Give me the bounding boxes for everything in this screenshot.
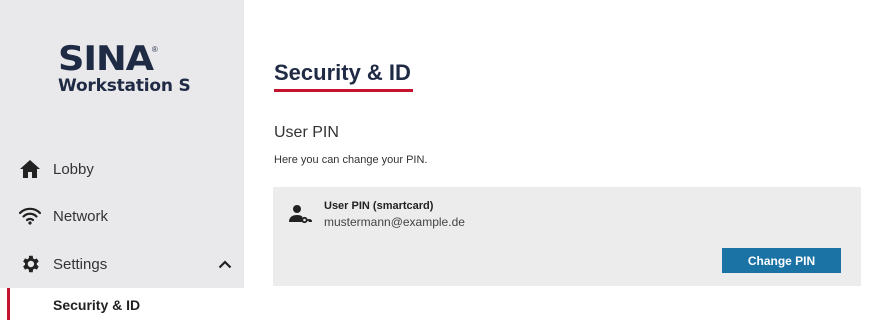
- sidebar-item-label: Lobby: [53, 160, 94, 178]
- home-icon: [19, 158, 41, 180]
- sidebar-item-settings[interactable]: Settings: [0, 242, 244, 286]
- sidebar-subitem-label: Security & ID: [53, 297, 141, 313]
- sidebar-item-lobby[interactable]: Lobby: [0, 147, 244, 191]
- active-indicator: [7, 288, 10, 320]
- main-content: Security & ID User PIN Here you can chan…: [244, 0, 890, 320]
- sidebar-subitem-security-id[interactable]: Security & ID: [0, 288, 244, 320]
- change-pin-button[interactable]: Change PIN: [722, 248, 841, 273]
- logo-mark: SINA ®: [58, 39, 191, 79]
- logo-text: SINA: [58, 39, 154, 79]
- section-title: User PIN: [274, 124, 339, 141]
- wifi-icon: [19, 205, 41, 227]
- section-description: Here you can change your PIN.: [274, 154, 428, 166]
- sidebar: SINA ® Workstation S Lobby Network Setti…: [0, 0, 244, 320]
- user-key-icon: [288, 202, 312, 226]
- user-pin-card: User PIN (smartcard) mustermann@example.…: [273, 187, 861, 286]
- sidebar-item-label: Settings: [53, 255, 108, 273]
- chevron-up-icon[interactable]: [216, 255, 234, 273]
- title-underline: [274, 89, 413, 92]
- sidebar-item-network[interactable]: Network: [0, 194, 244, 238]
- page-title: Security & ID: [274, 60, 411, 85]
- card-title: User PIN (smartcard): [324, 200, 434, 212]
- card-email: mustermann@example.de: [324, 215, 465, 229]
- product-name: Workstation S: [58, 76, 191, 96]
- brand-logo: SINA ® Workstation S: [58, 39, 191, 96]
- gear-icon: [19, 253, 41, 275]
- sidebar-item-label: Network: [53, 207, 109, 225]
